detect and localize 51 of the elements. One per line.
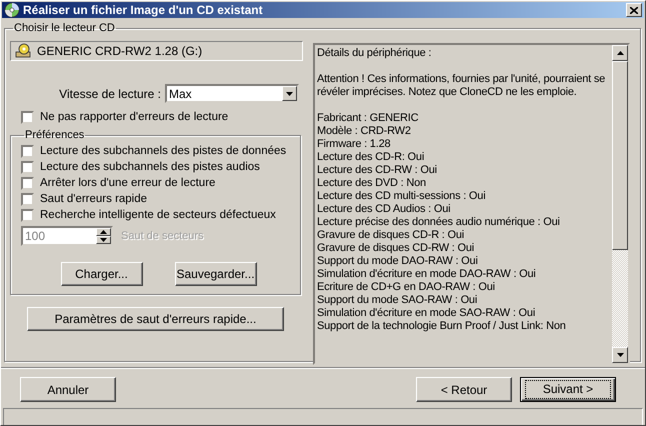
fast-skip-settings-button[interactable]: Paramètres de saut d'erreurs rapide... xyxy=(27,307,284,331)
scrollbar[interactable] xyxy=(612,45,628,363)
close-button[interactable] xyxy=(626,3,642,17)
details-text-area[interactable] xyxy=(313,43,630,365)
checkbox-label: Ne pas rapporter d'erreurs de lecture xyxy=(40,111,228,123)
property-line: Support de la technologie Burn Proof / Just Link: Non xyxy=(317,320,567,333)
drive-icon xyxy=(15,43,31,59)
speed-dropdown[interactable]: Max xyxy=(165,84,299,103)
checkbox-label: Saut d'erreurs rapide xyxy=(40,193,148,205)
checkbox[interactable] xyxy=(21,208,34,222)
checkbox[interactable] xyxy=(21,110,34,124)
property-line: Support du mode DAO-RAW : Oui xyxy=(317,255,479,268)
load-button[interactable]: Charger... xyxy=(60,262,142,286)
property-line: Lecture des CD Audios : Oui xyxy=(317,203,452,216)
warning-text: Attention ! Ces informations, fournies par l'unité, pourraient se révéler imprécises. Notez que CloneCD ne les emploie. xyxy=(317,73,606,99)
window-title: Réaliser un fichier Image d'un CD existant xyxy=(23,3,264,17)
group-title: Préférences xyxy=(24,129,86,141)
property-line: Modèle : CRD-RW2 xyxy=(317,125,412,138)
save-button[interactable]: Sauvegarder... xyxy=(174,262,256,286)
checkbox-label: Arrêter lors d'une erreur de lecture xyxy=(40,177,216,189)
property-line: Fabricant : GENERIC xyxy=(317,112,420,125)
property-line: Lecture des CD-R: Oui xyxy=(317,151,426,164)
checkbox-label: Lecture des subchannels des pistes audios xyxy=(40,161,260,173)
next-button[interactable]: Suivant > xyxy=(520,377,616,402)
group-title: Choisir le lecteur CD xyxy=(13,22,116,34)
property-line: Firmware : 1.28 xyxy=(317,138,392,151)
checkbox-label: Lecture des subchannels des pistes de données xyxy=(40,145,286,157)
property-line: Simulation d'écriture en mode SAO-RAW : Oui xyxy=(317,307,536,320)
property-line: Simulation d'écriture en mode DAO-RAW : Oui xyxy=(317,268,537,281)
property-line: Support du mode SAO-RAW : Oui xyxy=(317,294,478,307)
cancel-button[interactable]: Annuler xyxy=(20,377,116,402)
property-line: Gravure de disques CD-RW : Oui xyxy=(317,242,476,255)
details-heading: Détails du périphérique : xyxy=(317,47,432,60)
back-button[interactable]: < Retour xyxy=(416,377,512,402)
speed-label: Vitesse de lecture : xyxy=(59,86,161,100)
checkbox[interactable] xyxy=(21,176,34,190)
spinner-arrows-icon xyxy=(96,228,111,244)
property-line: Lecture des DVD : Non xyxy=(317,177,427,190)
close-icon xyxy=(630,6,638,14)
checkbox[interactable] xyxy=(21,144,34,158)
property-line: Ecriture de CD+G en DAO-RAW : Oui xyxy=(317,281,496,294)
property-line: Gravure de disques CD-R : Oui xyxy=(317,229,466,242)
checkbox[interactable] xyxy=(21,192,34,206)
scroll-down-icon[interactable] xyxy=(616,353,624,357)
property-line: Lecture des CD-RW : Oui xyxy=(317,164,438,177)
checkbox-label: Recherche intelligente de secteurs défectueux xyxy=(40,209,276,221)
drive-field[interactable]: GENERIC CRD-RW2 1.28 (G:) xyxy=(10,41,303,61)
scroll-up-icon[interactable] xyxy=(616,51,624,55)
property-line: Lecture des CD multi-sessions : Oui xyxy=(317,190,486,203)
checkbox[interactable] xyxy=(21,160,34,174)
property-line: Lecture précise des données audio numérique : Oui xyxy=(317,216,561,229)
